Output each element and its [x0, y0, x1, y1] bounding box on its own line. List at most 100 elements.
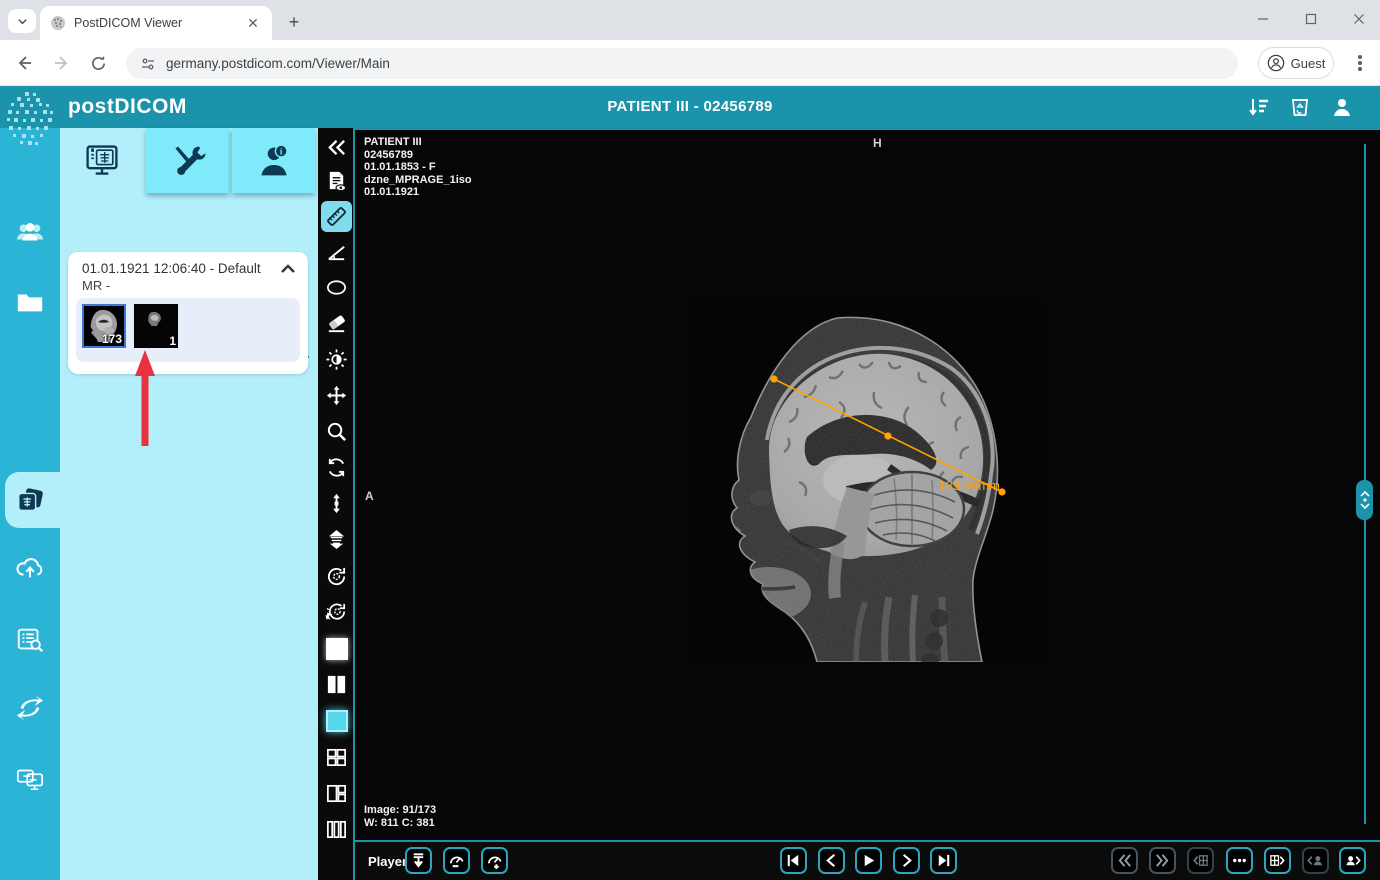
stack-scrollbar-handle[interactable]	[1356, 480, 1373, 520]
sort-list-icon[interactable]	[1247, 95, 1273, 119]
browser-tab-strip: PostDICOM Viewer ✕ +	[0, 0, 1380, 40]
site-favicon-icon	[50, 15, 66, 31]
study-card[interactable]: 01.01.1921 12:06:40 - Default MR - 173	[68, 252, 308, 374]
series-description: dzne_MPRAGE_1iso	[364, 174, 472, 187]
postdicom-brand-mark	[3, 90, 58, 148]
tab-user-info[interactable]: i	[232, 128, 315, 193]
series-thumbnail-selected[interactable]: 173	[82, 304, 126, 348]
first-frame-button[interactable]	[780, 847, 807, 874]
more-options-button[interactable]	[1226, 847, 1253, 874]
sidebar-item-remote[interactable]	[0, 752, 60, 804]
window-maximize-button[interactable]	[1296, 6, 1326, 32]
grid-next-button[interactable]	[1264, 847, 1291, 874]
forward-button[interactable]	[48, 49, 76, 77]
study-title: 01.01.1921 12:06:40 - Default	[82, 260, 272, 277]
account-icon[interactable]	[1330, 95, 1356, 119]
patient-id: 02456789	[364, 149, 472, 162]
next-study-button[interactable]	[1149, 847, 1176, 874]
sidebar-item-upload[interactable]	[0, 542, 60, 594]
eraser-button[interactable]	[321, 308, 352, 339]
angle-measure-button[interactable]	[321, 237, 352, 268]
image-status-overlay: Image: 91/173 W: 811 C: 381	[364, 804, 436, 830]
tab-search-button[interactable]	[8, 9, 36, 33]
monitor-xray-icon	[82, 143, 122, 179]
new-tab-button[interactable]: +	[282, 10, 306, 34]
previous-study-button[interactable]	[1111, 847, 1138, 874]
tab-tools[interactable]	[146, 128, 229, 193]
browser-profile-button[interactable]: Guest	[1258, 47, 1334, 79]
window-close-button[interactable]	[1344, 6, 1374, 32]
thumbnail-image-count: 173	[102, 332, 122, 346]
scroll-stack-button[interactable]	[321, 488, 352, 519]
layout-1-2-button[interactable]	[321, 778, 352, 809]
address-bar[interactable]: germany.postdicom.com/Viewer/Main	[126, 48, 1238, 79]
patient-title: PATIENT III - 02456789	[0, 98, 1380, 115]
tab-viewer[interactable]	[60, 128, 143, 193]
sidebar-item-patients[interactable]	[0, 206, 60, 258]
ellipse-roi-button[interactable]	[321, 272, 352, 303]
viewer-tool-column	[318, 128, 355, 880]
patient-previous-button[interactable]	[1302, 847, 1329, 874]
main-sidebar	[0, 128, 60, 880]
ruler-measure-button[interactable]	[321, 201, 352, 232]
collapse-panel-button[interactable]	[321, 132, 352, 163]
series-thumbnail-strip: 173 1	[76, 298, 300, 362]
grid-previous-button[interactable]	[1187, 847, 1214, 874]
window-minimize-button[interactable]	[1248, 6, 1278, 32]
sidebar-item-image-viewer[interactable]	[0, 474, 60, 526]
browser-tab[interactable]: PostDICOM Viewer ✕	[40, 6, 272, 40]
report-view-button[interactable]	[321, 166, 352, 197]
measurement-value[interactable]: 183.96mm	[925, 478, 1000, 493]
profile-label: Guest	[1291, 56, 1326, 71]
study-modality: MR -	[82, 278, 110, 293]
last-frame-button[interactable]	[930, 847, 957, 874]
stack-sort-button[interactable]	[321, 524, 352, 555]
zoom-button[interactable]	[321, 416, 352, 447]
image-counter: Image: 91/173	[364, 804, 436, 817]
layout-1x1-button[interactable]	[321, 633, 352, 664]
window-level-button[interactable]	[321, 344, 352, 375]
remote-network-icon	[15, 763, 45, 793]
layout-current-button[interactable]	[321, 705, 352, 736]
fps-download-button[interactable]	[405, 847, 432, 874]
layout-2col-button[interactable]	[321, 669, 352, 700]
recycle-bin-icon[interactable]	[1288, 95, 1314, 119]
window-level-values: W: 811 C: 381	[364, 817, 436, 830]
app-header: postDICOM PATIENT III - 02456789	[0, 86, 1380, 128]
image-viewport[interactable]: 183.96mm PATIENT III 02456789 01.01.1853…	[355, 128, 1380, 840]
user-info-icon: i	[254, 143, 294, 179]
red-arrow-annotation	[133, 350, 157, 446]
pan-button[interactable]	[321, 380, 352, 411]
back-button[interactable]	[10, 49, 38, 77]
sidebar-item-worklist[interactable]	[0, 614, 60, 666]
player-label: Player	[368, 854, 407, 869]
cloud-upload-icon	[15, 553, 45, 583]
previous-frame-button[interactable]	[818, 847, 845, 874]
tab-close-icon[interactable]: ✕	[244, 14, 262, 32]
patient-info-overlay: PATIENT III 02456789 01.01.1853 - F dzne…	[364, 136, 472, 199]
sidebar-item-sync[interactable]	[0, 682, 60, 734]
url-text: germany.postdicom.com/Viewer/Main	[166, 56, 390, 71]
study-panel: i 01.01.1921 12:06:40 - Default MR -	[60, 128, 318, 880]
play-button[interactable]	[855, 847, 882, 874]
speed-decrease-button[interactable]	[443, 847, 470, 874]
profile-avatar-icon	[1267, 54, 1285, 72]
speed-increase-button[interactable]	[481, 847, 508, 874]
orientation-marker-left: A	[365, 489, 374, 503]
patient-name: PATIENT III	[364, 136, 472, 149]
browser-menu-button[interactable]	[1350, 50, 1370, 76]
reset-settings-button[interactable]	[321, 561, 352, 592]
study-collapse-icon[interactable]	[280, 262, 296, 280]
rotate-button[interactable]	[321, 452, 352, 483]
series-thumbnail-2[interactable]: 1	[134, 304, 178, 348]
layout-2x2-button[interactable]	[321, 742, 352, 773]
tools-wrench-icon	[168, 143, 208, 179]
chevron-down-icon	[17, 16, 28, 27]
reload-button[interactable]	[84, 49, 112, 77]
browser-toolbar: germany.postdicom.com/Viewer/Main Guest	[0, 40, 1380, 86]
patient-next-button[interactable]	[1339, 847, 1366, 874]
sidebar-item-folders[interactable]	[0, 276, 60, 328]
next-frame-button[interactable]	[893, 847, 920, 874]
site-settings-icon[interactable]	[140, 56, 156, 72]
reset-enhance-button[interactable]	[321, 596, 352, 627]
